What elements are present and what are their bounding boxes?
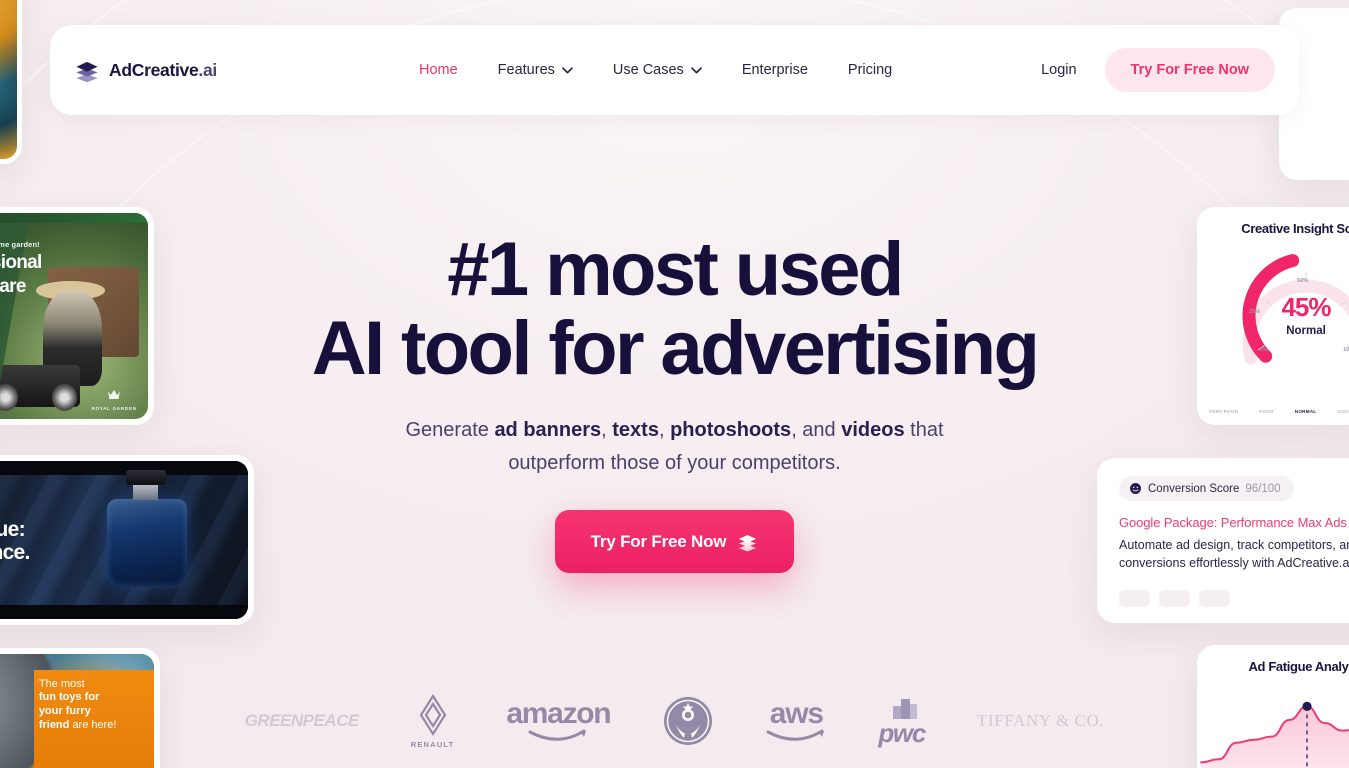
hero-section: #1 most used AI tool for advertising Gen… xyxy=(0,232,1349,574)
sub-part-0: Generate xyxy=(405,419,495,442)
renault-diamond-icon xyxy=(419,693,446,737)
sub-part-6: , and xyxy=(791,419,842,442)
nav-item-pricing-label: Pricing xyxy=(847,62,893,78)
nav-item-pricing[interactable]: Pricing xyxy=(828,54,912,86)
sub-part-3: texts xyxy=(612,419,659,442)
sub-part-2: , xyxy=(601,419,613,442)
logo-pwc-label: pwc xyxy=(878,718,926,748)
logo-amazon: amazon xyxy=(506,690,612,752)
nav-item-use-cases[interactable]: Use Cases xyxy=(593,54,722,86)
perfume-bottom-bar xyxy=(0,604,248,619)
nav-item-home[interactable]: Home xyxy=(399,54,478,86)
stacked-layers-icon xyxy=(739,535,757,552)
logo-renault: RENAULT xyxy=(411,690,455,752)
sub-part-8: that xyxy=(904,419,944,442)
ad-card-top-left-image xyxy=(0,0,17,159)
hero-cta-wrapper: Try For Free Now xyxy=(0,510,1349,574)
starbucks-siren-icon xyxy=(664,697,713,745)
sub-part-7: videos xyxy=(841,419,905,442)
page-title: #1 most used AI tool for advertising xyxy=(0,232,1349,392)
chevron-down-icon xyxy=(562,66,573,73)
conversion-tag[interactable] xyxy=(1119,590,1150,607)
nav-item-features[interactable]: Features xyxy=(478,54,593,86)
logo-aws: aws xyxy=(766,690,826,752)
nav-item-use-cases-label: Use Cases xyxy=(612,62,684,78)
brand-logo-group[interactable]: AdCreative.ai xyxy=(74,57,217,83)
brand-name-main: AdCreative xyxy=(109,59,199,80)
ad-top-artwork xyxy=(0,0,17,159)
nav-item-enterprise[interactable]: Enterprise xyxy=(722,54,828,86)
ad-card-top-left[interactable] xyxy=(0,0,22,164)
lawn-top-strip xyxy=(0,213,148,224)
main-nav: Home Features Use Cases Enterprise Prici… xyxy=(399,54,912,86)
stacked-layers-icon xyxy=(76,61,98,83)
logo-pwc: pwc xyxy=(878,690,926,752)
brand-logo-strip: GREENPEACE RENAULT amazon aws pwc TIFFAN… xyxy=(0,690,1349,752)
header-actions: Login Try For Free Now xyxy=(1027,48,1275,92)
brand-name-suffix: .ai xyxy=(198,59,217,80)
logo-starbucks xyxy=(662,690,714,752)
login-link[interactable]: Login xyxy=(1027,54,1090,86)
logo-renault-label: RENAULT xyxy=(410,740,455,749)
sub-part-5: photoshoots xyxy=(670,419,792,442)
logo-tiffany: TIFFANY & CO. xyxy=(977,690,1104,752)
logo-amazon-label: amazon xyxy=(506,697,611,730)
site-header: AdCreative.ai Home Features Use Cases En… xyxy=(50,25,1299,115)
headline-line-1: #1 most used xyxy=(447,227,904,312)
nav-item-home-label: Home xyxy=(418,62,458,78)
logo-aws-label: aws xyxy=(769,697,824,730)
hero-try-free-button[interactable]: Try For Free Now xyxy=(554,510,795,574)
hero-cta-label: Try For Free Now xyxy=(590,531,727,551)
conversion-tag[interactable] xyxy=(1159,590,1190,607)
amazon-smile-icon xyxy=(528,729,587,741)
brand-name: AdCreative.ai xyxy=(109,60,217,81)
hero-subtitle: Generate ad banners, texts, photoshoots,… xyxy=(0,414,1349,479)
logo-greenpeace-label: GREENPEACE xyxy=(244,711,360,730)
sub-part-1: ad banners xyxy=(494,419,602,442)
hero-subtitle-line-2: outperform those of your competitors. xyxy=(508,451,841,474)
hero-subtitle-line-1: Generate ad banners, texts, photoshoots,… xyxy=(0,414,1349,446)
header-try-free-button[interactable]: Try For Free Now xyxy=(1104,48,1275,92)
chevron-down-icon xyxy=(690,66,702,73)
ad-fatigue-title: Ad Fatigue Analysis xyxy=(1248,659,1349,674)
aws-smile-icon xyxy=(766,729,825,741)
page-root: AdCreative.ai Home Features Use Cases En… xyxy=(0,0,1349,768)
nav-item-features-label: Features xyxy=(497,62,555,78)
sub-part-4: , xyxy=(658,419,671,442)
conversion-tag-list xyxy=(1119,590,1230,607)
nav-item-enterprise-label: Enterprise xyxy=(741,62,808,78)
conversion-tag[interactable] xyxy=(1199,590,1230,607)
logo-greenpeace: GREENPEACE xyxy=(244,690,360,752)
headline-line-2: AI tool for advertising xyxy=(311,306,1040,392)
logo-tiffany-label: TIFFANY & CO. xyxy=(977,711,1105,730)
